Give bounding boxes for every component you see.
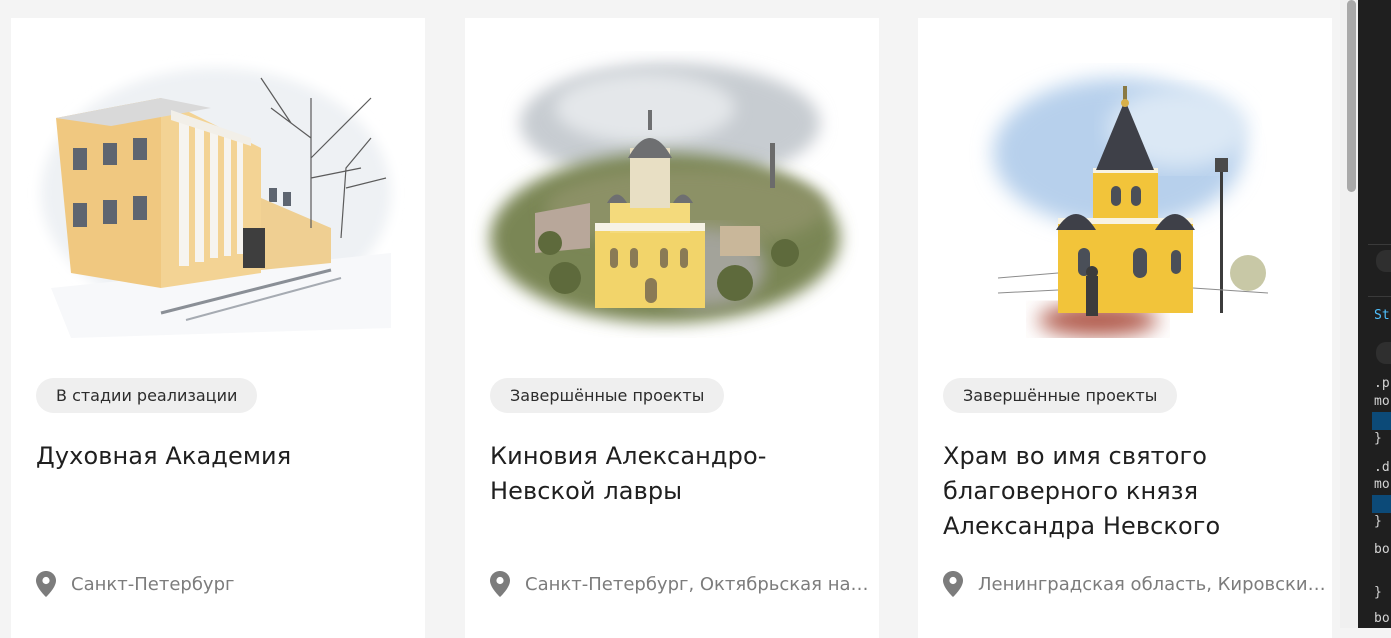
location-text: Ленинградская область, Кировский... <box>978 573 1328 595</box>
devtools-code-line: .p <box>1374 376 1390 391</box>
project-location: Ленинградская область, Кировский... <box>943 570 1328 598</box>
status-badge[interactable]: Завершённые проекты <box>943 378 1178 413</box>
devtools-code-line: .d <box>1374 460 1390 475</box>
project-title[interactable]: Киновия Александро-Невской лавры <box>490 439 860 509</box>
devtools-code-line: } <box>1374 514 1382 529</box>
project-card[interactable]: В стадии реализации Духовная Академия Са… <box>11 18 425 638</box>
devtools-highlight <box>1372 412 1391 430</box>
devtools-code-line: mo <box>1374 394 1390 409</box>
location-text: Санкт-Петербург, Октябрьская наб... <box>525 573 875 595</box>
location-text: Санкт-Петербург <box>71 573 235 595</box>
project-card[interactable]: Завершённые проекты Киновия Александро-Н… <box>465 18 879 638</box>
devtools-code-line: mo <box>1374 477 1390 492</box>
devtools-panel: St .p mo } .d mo } bo } bo <box>1358 0 1391 628</box>
page-scrollbar[interactable] <box>1340 0 1358 628</box>
map-pin-icon <box>943 571 963 597</box>
devtools-code-line: bo <box>1374 542 1390 557</box>
scrollbar-thumb[interactable] <box>1347 0 1356 192</box>
devtools-code-line: } <box>1374 585 1382 600</box>
devtools-highlight <box>1372 495 1391 513</box>
devtools-divider <box>1368 244 1391 245</box>
project-image[interactable] <box>465 38 879 338</box>
project-cards-grid: В стадии реализации Духовная Академия Са… <box>0 0 1340 638</box>
project-card[interactable]: Завершённые проекты Храм во имя святого … <box>918 18 1332 638</box>
project-title[interactable]: Духовная Академия <box>36 439 406 474</box>
chapel-illustration <box>993 78 1269 336</box>
project-image[interactable] <box>918 38 1332 338</box>
devtools-divider <box>1368 296 1391 297</box>
devtools-filter-button[interactable] <box>1376 342 1391 364</box>
status-badge[interactable]: Завершённые проекты <box>490 378 725 413</box>
map-pin-icon <box>36 571 56 597</box>
church-aerial-illustration <box>490 63 840 323</box>
project-location: Санкт-Петербург <box>36 570 421 598</box>
project-title[interactable]: Храм во имя святого благоверного князя А… <box>943 439 1313 544</box>
devtools-code-line: bo <box>1374 611 1390 626</box>
project-location: Санкт-Петербург, Октябрьская наб... <box>490 570 875 598</box>
map-pin-icon <box>490 571 510 597</box>
academy-building-illustration <box>41 68 391 338</box>
status-badge[interactable]: В стадии реализации <box>36 378 258 413</box>
project-image[interactable] <box>11 38 425 338</box>
devtools-styles-tab[interactable]: St <box>1374 308 1390 323</box>
devtools-toolbar-button[interactable] <box>1376 250 1391 272</box>
devtools-code-line: } <box>1374 431 1382 446</box>
